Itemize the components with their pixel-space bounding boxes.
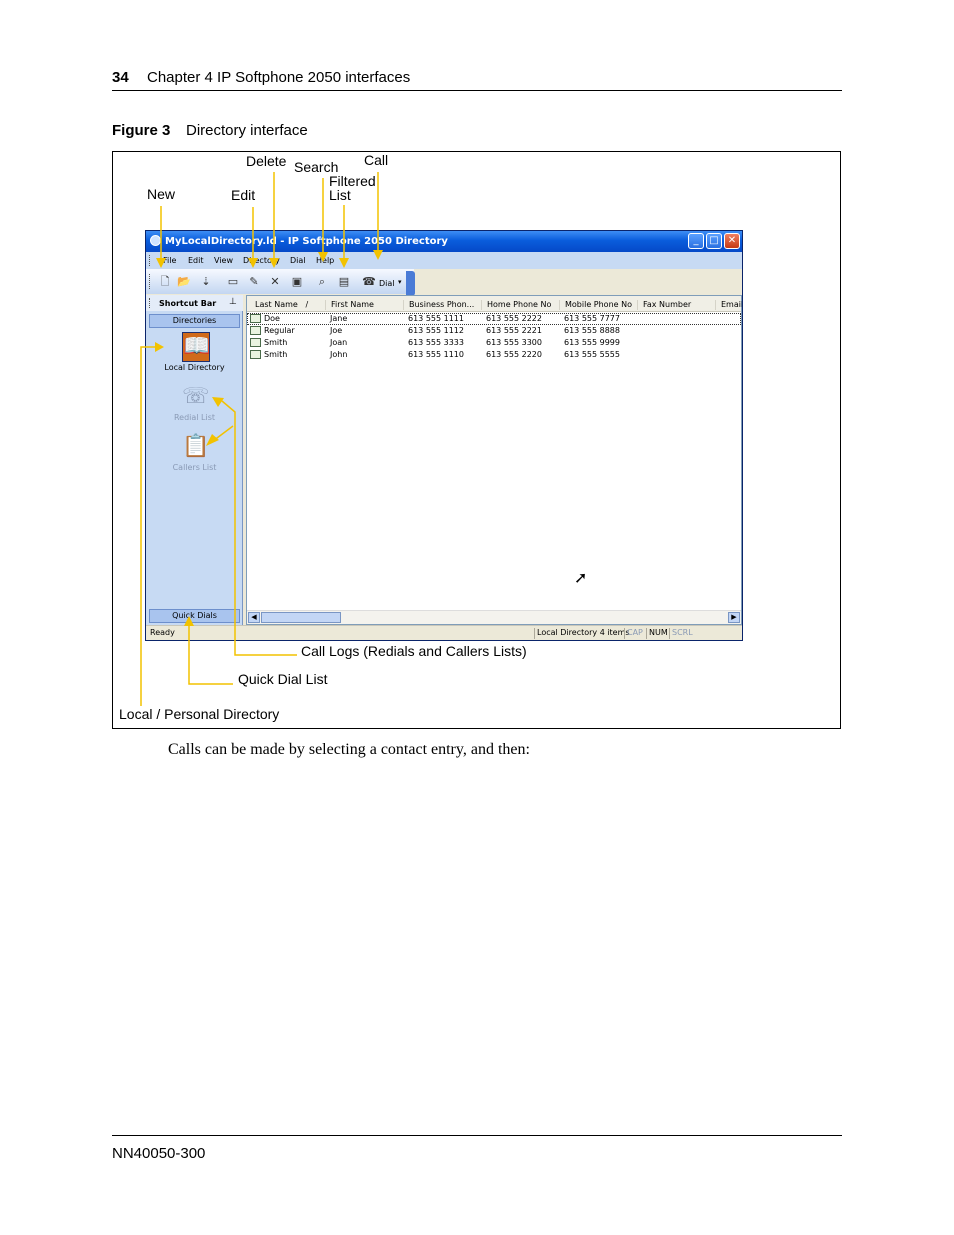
quick-dial-leader-line	[188, 622, 233, 685]
callers-arrowhead	[206, 434, 219, 446]
callout-call: Call	[364, 152, 389, 168]
callout-arrows	[140, 172, 383, 706]
callout-search: Search	[294, 159, 339, 175]
callout-delete: Delete	[246, 153, 287, 169]
callout-filtered-list-line1: Filtered	[329, 173, 376, 189]
callout-local-directory: Local / Personal Directory	[119, 706, 280, 722]
callout-filtered-list-line2: List	[329, 187, 351, 203]
document-number: NN40050-300	[112, 1145, 206, 1162]
callout-new: New	[147, 186, 176, 202]
call-logs-leader-line	[221, 400, 297, 656]
body-text: Calls can be made by selecting a contact…	[168, 741, 530, 758]
callout-quick-dial-list: Quick Dial List	[238, 671, 328, 687]
footer-rule	[112, 1135, 842, 1136]
local-directory-arrowhead	[155, 342, 164, 352]
delete-arrowhead	[269, 258, 279, 268]
local-directory-leader-line	[140, 346, 158, 706]
edit-arrowhead	[248, 258, 258, 268]
callout-edit: Edit	[231, 187, 256, 203]
search-arrowhead	[318, 252, 328, 262]
call-arrowhead	[373, 250, 383, 260]
quick-dial-arrowhead	[184, 616, 194, 626]
callout-call-logs: Call Logs (Redials and Callers Lists)	[301, 643, 527, 659]
new-arrowhead	[156, 258, 166, 268]
filtered-list-arrowhead	[339, 258, 349, 268]
